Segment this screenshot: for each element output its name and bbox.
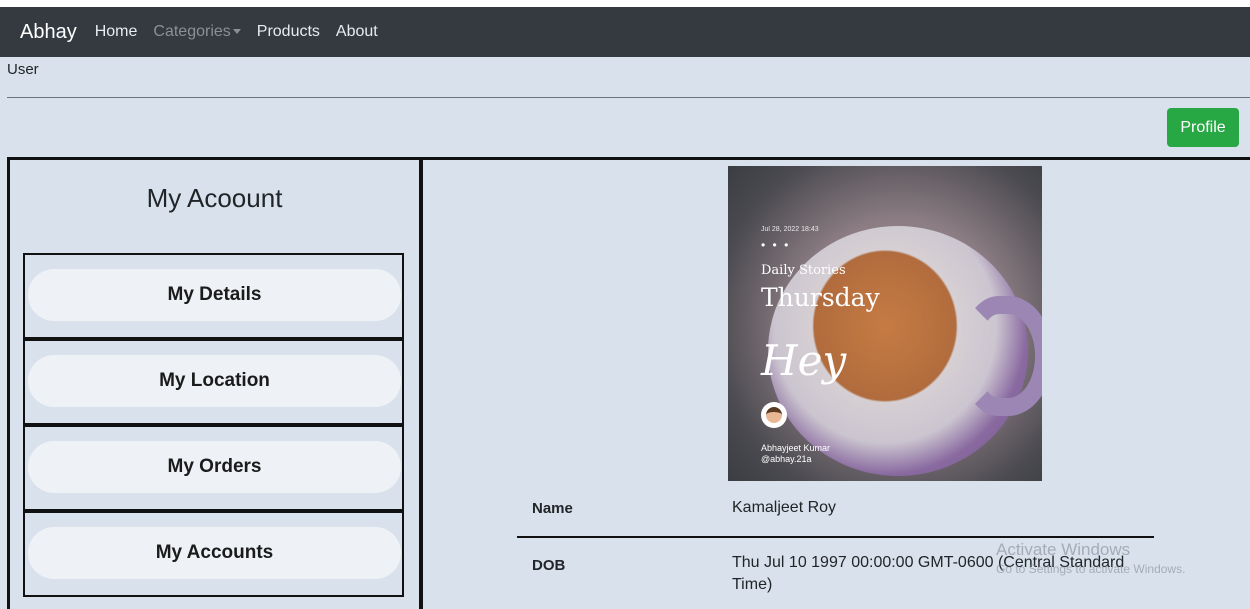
avatar-face-icon xyxy=(766,407,782,423)
profile-photo: Jul 28, 2022 18:43 • • • Daily Stories T… xyxy=(728,166,1042,481)
menu-box-orders: My Orders xyxy=(23,425,404,511)
caret-down-icon xyxy=(232,29,241,35)
content-column-divider xyxy=(419,157,423,609)
menu-box-details: My Details xyxy=(23,253,404,339)
header-divider xyxy=(7,97,1250,98)
photo-greeting: Hey xyxy=(761,336,847,385)
account-title: My Acoount xyxy=(146,183,283,213)
my-orders-button[interactable]: My Orders xyxy=(28,441,401,493)
name-value: Kamaljeet Roy xyxy=(732,499,837,516)
user-label: User xyxy=(7,61,39,78)
profile-button[interactable]: Profile xyxy=(1167,108,1239,147)
nav-link-home[interactable]: Home xyxy=(95,23,138,41)
photo-handle: @abhay.21a xyxy=(761,454,812,464)
menu-box-accounts: My Accounts xyxy=(23,511,404,597)
nav-link-products[interactable]: Products xyxy=(257,23,320,41)
content-left-border xyxy=(7,157,10,609)
photo-author: Abhayjeet Kumar xyxy=(761,443,831,453)
nav-link-about[interactable]: About xyxy=(336,23,378,41)
photo-day: Thursday xyxy=(761,283,880,312)
details-row-divider xyxy=(517,536,1154,538)
name-label: Name xyxy=(532,500,573,517)
dob-label: DOB xyxy=(532,557,566,574)
menu-box-location: My Location xyxy=(23,339,404,425)
windows-watermark-subtitle: Go to Settings to activate Windows. xyxy=(996,562,1186,576)
content-top-border xyxy=(7,157,1250,160)
my-accounts-button[interactable]: My Accounts xyxy=(28,527,401,579)
photo-dots: • • • xyxy=(761,238,791,252)
windows-watermark-title: Activate Windows xyxy=(996,540,1131,559)
cup-handle-illustration xyxy=(963,296,1042,416)
avatar xyxy=(761,402,787,428)
photo-date: Jul 28, 2022 18:43 xyxy=(761,226,819,233)
my-location-button[interactable]: My Location xyxy=(28,355,401,407)
nav-link-categories-label: Categories xyxy=(153,23,231,40)
nav-link-categories[interactable]: Categories xyxy=(153,23,241,41)
navbar: Abhay Home Categories Products About xyxy=(0,7,1250,57)
my-details-button[interactable]: My Details xyxy=(28,269,401,321)
photo-subtitle: Daily Stories xyxy=(761,263,846,278)
navbar-brand[interactable]: Abhay xyxy=(20,21,77,44)
top-strip xyxy=(0,0,1250,7)
